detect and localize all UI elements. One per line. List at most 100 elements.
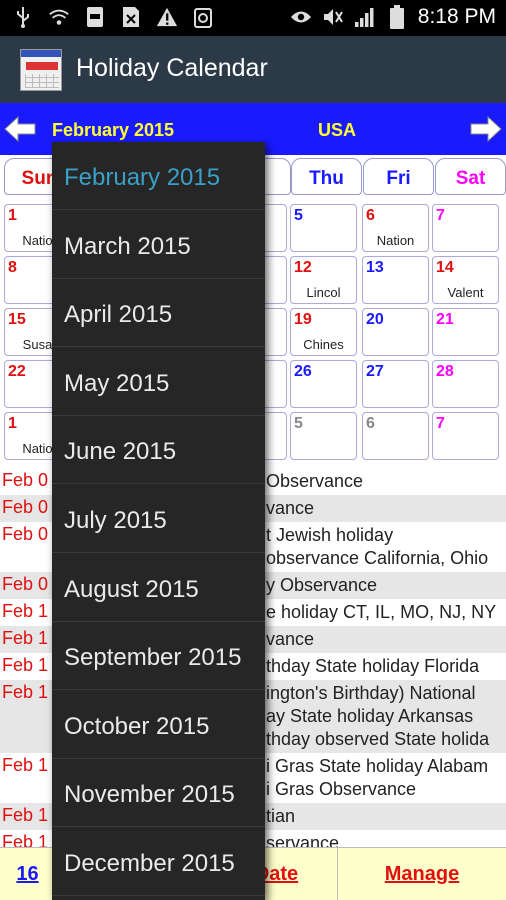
day-number: 1 (8, 415, 17, 432)
dropdown-month-item[interactable]: March 2015 (52, 211, 265, 279)
app-logo-icon[interactable] (20, 49, 62, 91)
day-number: 1 (8, 207, 17, 224)
holiday-date: Feb 1 (2, 832, 49, 848)
app-title: Holiday Calendar (76, 54, 268, 82)
weekday-fri: Fri (363, 158, 434, 195)
month-selector[interactable]: February 2015 (52, 120, 174, 141)
day-number: 22 (8, 363, 26, 380)
action-bar: Holiday Calendar (0, 36, 506, 103)
holiday-description: servance (266, 832, 339, 848)
status-bar: 8:18 PM (0, 0, 506, 36)
holiday-description-line: ay State holiday Arkansas (266, 706, 474, 726)
holiday-description: ington's Birthday) National ay State holi… (266, 682, 489, 751)
holiday-date: Feb 1 (2, 805, 49, 825)
sim-icon (120, 6, 142, 28)
day-number: 21 (436, 311, 454, 328)
wifi-icon (48, 6, 70, 28)
dropdown-month-item[interactable]: April 2015 (52, 279, 265, 348)
day-number: 5 (294, 207, 303, 224)
weekday-sat: Sat (435, 158, 506, 195)
holiday-description-line: tian (266, 806, 296, 826)
calendar-day-cell[interactable]: 27 (362, 360, 429, 408)
calendar-day-cell[interactable]: 6 Nation (362, 204, 429, 252)
holiday-description: thday State holiday Florida (266, 655, 479, 678)
holiday-description: y Observance (266, 574, 377, 597)
day-number: 19 (294, 311, 312, 328)
weekday-thu: Thu (291, 158, 362, 195)
holiday-description-line: thday State holiday Florida (266, 656, 480, 676)
holiday-description: tian (266, 805, 295, 828)
dropdown-month-item[interactable]: September 2015 (52, 622, 265, 691)
holiday-description-line: servance (266, 833, 340, 848)
manage-button[interactable]: Manage (338, 848, 506, 900)
dropdown-month-label: May 2015 (64, 369, 170, 397)
usb-icon (12, 6, 34, 28)
holiday-date: Feb 0 (2, 497, 49, 517)
holiday-date: Feb 0 (2, 524, 49, 544)
dropdown-month-label: September 2015 (64, 644, 242, 672)
holiday-description-line: Observance (266, 471, 364, 491)
calendar-day-cell[interactable]: 14 Valent (432, 256, 499, 304)
dropdown-month-label: July 2015 (64, 507, 167, 534)
dropdown-month-item[interactable]: November 2015 (52, 759, 265, 828)
dropdown-month-label: June 2015 (64, 438, 177, 466)
day-number: 12 (294, 259, 312, 276)
day-holiday-label: Nation (376, 233, 415, 248)
holiday-date: Feb 1 (2, 628, 49, 648)
day-number: 7 (436, 415, 445, 432)
holiday-description: vance (266, 628, 314, 651)
calendar-day-cell[interactable]: 6 (362, 412, 429, 460)
holiday-description: vance (266, 497, 314, 520)
dropdown-month-item[interactable]: February 2015 (52, 142, 265, 210)
calendar-day-cell[interactable]: 5 (290, 412, 357, 460)
day-number: 8 (8, 259, 17, 276)
calendar-day-cell[interactable]: 19 Chines (290, 308, 357, 356)
dropdown-month-item[interactable]: October 2015 (52, 691, 265, 759)
dropdown-month-item[interactable]: May 2015 (52, 348, 265, 416)
storage-icon (84, 6, 106, 28)
holiday-description-line: i Gras Observance (266, 779, 417, 799)
calendar-day-cell[interactable]: 20 (362, 308, 429, 356)
calendar-day-cell[interactable]: 26 (290, 360, 357, 408)
battery-icon (386, 5, 408, 29)
day-number: 6 (366, 207, 375, 224)
holiday-description-line: i Gras State holiday Alabam (266, 756, 489, 776)
day-number: 28 (436, 363, 454, 380)
dropdown-month-item[interactable]: July 2015 (52, 485, 265, 553)
day-number: 27 (366, 363, 384, 380)
dropdown-month-item[interactable]: August 2015 (52, 554, 265, 622)
dropdown-month-item[interactable]: June 2015 (52, 416, 265, 485)
arrow-right-icon[interactable] (470, 115, 502, 143)
calendar-day-cell[interactable]: 5 (290, 204, 357, 252)
day-number: 5 (294, 415, 303, 432)
calendar-day-cell[interactable]: 7 (432, 204, 499, 252)
calendar-day-cell[interactable]: 21 (432, 308, 499, 356)
status-time: 8:18 PM (417, 5, 496, 28)
status-icons-left (12, 6, 214, 28)
day-number: 20 (366, 311, 384, 328)
holiday-description-line: vance (266, 629, 315, 649)
calendar-day-cell[interactable]: 28 (432, 360, 499, 408)
holiday-description: i Gras State holiday Alabam i Gras Observ… (266, 755, 488, 801)
day-number: 7 (436, 207, 445, 224)
calendar-day-cell[interactable]: 13 (362, 256, 429, 304)
country-selector[interactable]: USA (318, 120, 356, 141)
holiday-description-line: ington's Birthday) National (266, 683, 476, 703)
calendar-day-cell[interactable]: 7 (432, 412, 499, 460)
day-number: 15 (8, 311, 26, 328)
year-link[interactable]: 16 (0, 848, 56, 900)
clipboard-icon (192, 6, 214, 28)
dropdown-month-label: March 2015 (64, 232, 191, 260)
arrow-left-icon[interactable] (4, 115, 36, 143)
dropdown-month-item[interactable]: December 2015 (52, 828, 265, 896)
warning-icon (156, 6, 178, 28)
holiday-date: Feb 0 (2, 470, 49, 490)
day-holiday-label: Chines (303, 337, 344, 352)
dropdown-month-label: October 2015 (64, 712, 210, 740)
eye-icon (290, 6, 312, 28)
calendar-day-cell[interactable]: 12 Lincol (290, 256, 357, 304)
holiday-description-line: observance California, Ohio (266, 548, 489, 568)
dropdown-month-label: December 2015 (64, 850, 235, 877)
day-number: 26 (294, 363, 312, 380)
holiday-date: Feb 1 (2, 601, 49, 621)
